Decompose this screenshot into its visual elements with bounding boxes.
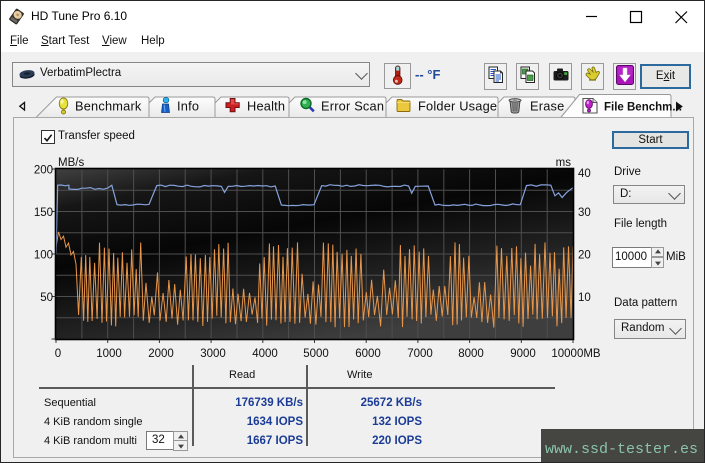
svg-text:ms: ms (556, 157, 572, 169)
svg-text:10000MB: 10000MB (551, 348, 601, 360)
svg-text:Erase: Erase (530, 99, 564, 114)
svg-text:4000: 4000 (252, 348, 278, 360)
svg-text:Error Scan: Error Scan (321, 99, 384, 114)
svg-text:100: 100 (34, 250, 53, 262)
svg-text:1000: 1000 (96, 348, 122, 360)
svg-text:0: 0 (55, 348, 61, 360)
svg-text:Info: Info (177, 99, 199, 114)
svg-text:6000: 6000 (355, 348, 381, 360)
svg-text:Health: Health (247, 99, 285, 114)
svg-text:MB/s: MB/s (58, 157, 84, 169)
svg-text:9000: 9000 (510, 348, 536, 360)
svg-text:10: 10 (578, 292, 591, 304)
svg-text:7000: 7000 (407, 348, 433, 360)
svg-text:5000: 5000 (303, 348, 329, 360)
svg-text:150: 150 (34, 207, 53, 219)
svg-text:3000: 3000 (200, 348, 226, 360)
svg-text:50: 50 (40, 292, 53, 304)
svg-text:20: 20 (578, 250, 591, 262)
svg-text:30: 30 (578, 207, 591, 219)
svg-text:Benchmark: Benchmark (75, 99, 142, 114)
svg-text:File Benchm...: File Benchm... (604, 102, 682, 114)
svg-text:8000: 8000 (458, 348, 484, 360)
svg-text:40: 40 (578, 168, 591, 180)
svg-text:Folder Usage: Folder Usage (418, 99, 497, 114)
svg-text:2000: 2000 (148, 348, 174, 360)
svg-text:200: 200 (34, 165, 53, 177)
